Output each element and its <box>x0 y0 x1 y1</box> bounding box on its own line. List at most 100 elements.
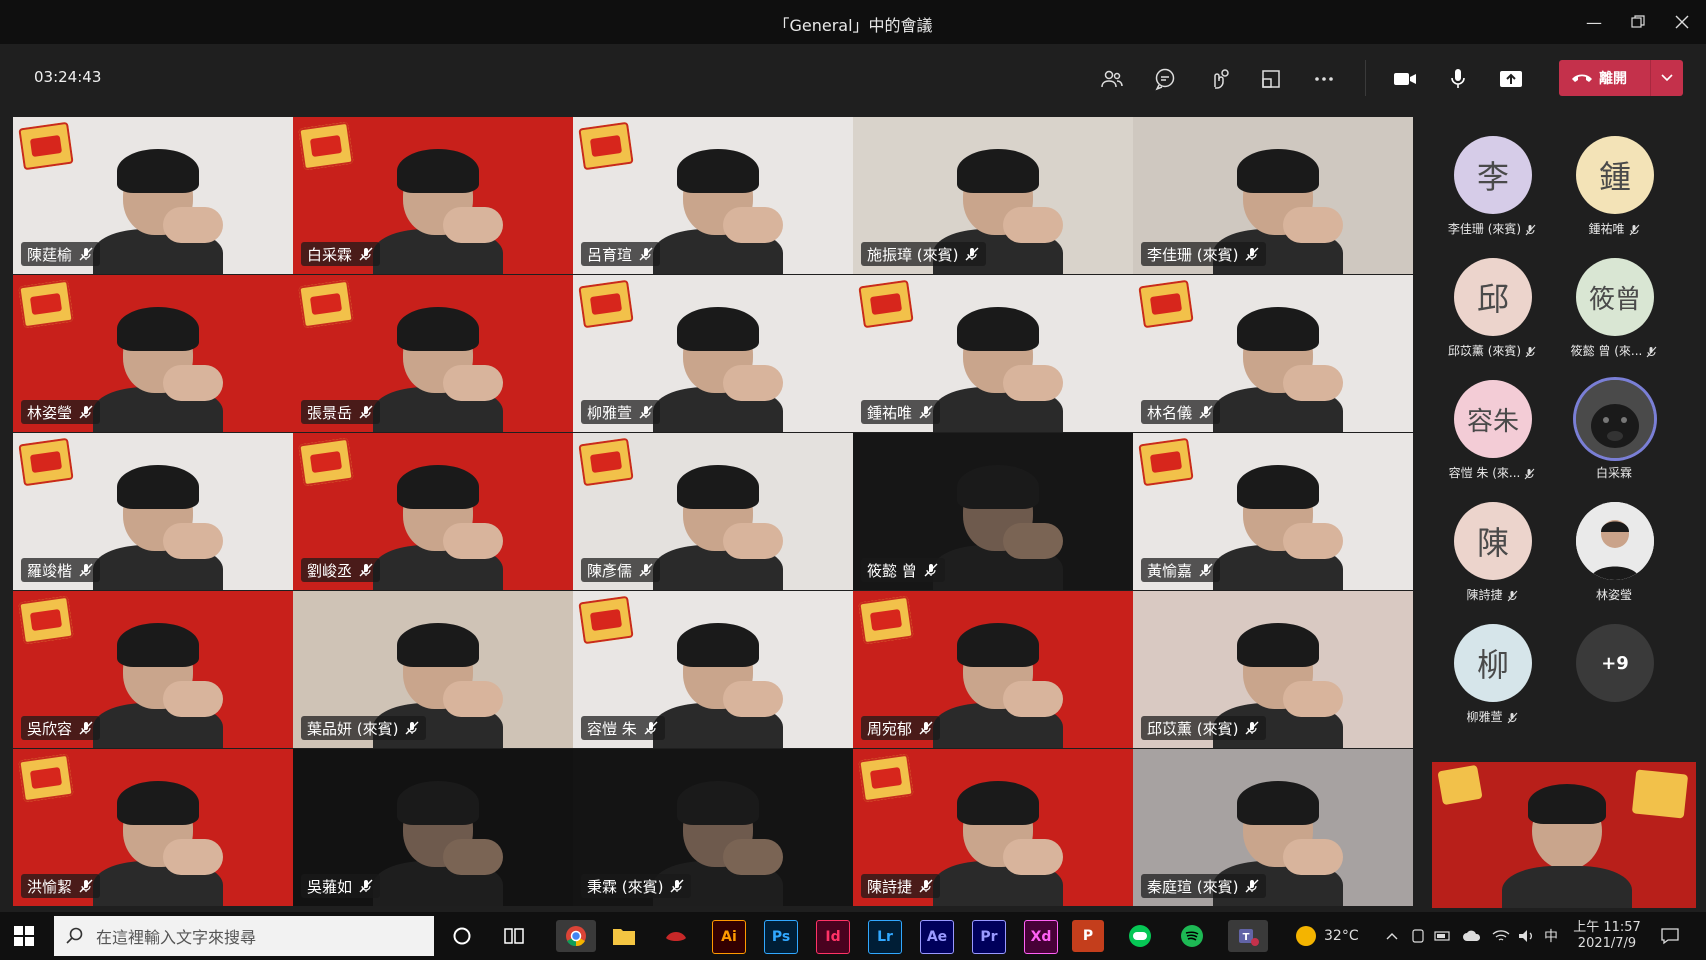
video-tile[interactable]: 邱苡薰 (來賓) <box>1133 591 1413 748</box>
camera-icon[interactable] <box>1388 62 1422 96</box>
video-tile[interactable]: 張景岳 <box>293 275 573 432</box>
more-icon[interactable] <box>1307 62 1341 96</box>
restore-icon[interactable] <box>1618 8 1658 36</box>
video-tile[interactable]: 吳欣容 <box>13 591 293 748</box>
participant-name: 容愷 朱 <box>587 719 637 738</box>
mic-off-icon <box>78 878 94 894</box>
reactions-icon[interactable] <box>1201 62 1235 96</box>
lightroom-icon[interactable]: Lr <box>868 920 902 954</box>
video-tile[interactable]: 羅竣楷 <box>13 433 293 590</box>
chrome-icon[interactable] <box>556 920 596 952</box>
participant-name-tag: 陳詩捷 <box>861 874 941 898</box>
indesign-icon[interactable]: Id <box>816 920 850 954</box>
video-tile[interactable]: 林名儀 <box>1133 275 1413 432</box>
video-tile[interactable]: 陳莛榆 <box>13 117 293 274</box>
photoshop-icon[interactable]: Ps <box>764 920 798 954</box>
chat-icon[interactable] <box>1148 62 1182 96</box>
tray-chevron-up-icon[interactable] <box>1386 912 1398 960</box>
roster-participant[interactable]: 筱曾 筱懿 曾 (來... <box>1554 250 1674 362</box>
toolbar-divider <box>1365 60 1366 96</box>
video-tile[interactable]: 吳蕥如 <box>293 749 573 906</box>
participant-name-tag: 呂育瑄 <box>581 242 661 266</box>
roster-participant[interactable]: 林姿瑩 <box>1554 494 1674 606</box>
video-tile[interactable]: 黃愉嘉 <box>1133 433 1413 590</box>
share-icon[interactable] <box>1494 62 1528 96</box>
taskbar-search[interactable]: 在這裡輸入文字來搜尋 <box>54 916 434 956</box>
video-tile[interactable]: 陳詩捷 <box>853 749 1133 906</box>
event-logo-icon <box>858 279 914 329</box>
video-tile[interactable]: 白采霖 <box>293 117 573 274</box>
battery-icon[interactable] <box>1434 912 1452 960</box>
close-icon[interactable] <box>1662 8 1702 36</box>
roster-participant[interactable]: 李李佳珊 (來賓) <box>1432 128 1552 240</box>
video-tile[interactable]: 鍾祐唯 <box>853 275 1133 432</box>
heart-hands-shape <box>1003 523 1063 559</box>
mic-off-icon <box>1244 720 1260 736</box>
video-tile[interactable]: 秦庭瑄 (來賓) <box>1133 749 1413 906</box>
roster-participant[interactable]: 白采霖 <box>1554 372 1674 484</box>
premiere-icon[interactable]: Pr <box>972 920 1006 954</box>
leave-button[interactable]: 離開 <box>1559 60 1683 96</box>
roster-participant[interactable]: 邱邱苡薰 (來賓) <box>1432 250 1552 362</box>
volume-icon[interactable] <box>1518 912 1536 960</box>
roster-participant[interactable]: +9 <box>1554 616 1674 728</box>
video-tile[interactable]: 筱懿 曾 <box>853 433 1133 590</box>
video-tile[interactable]: 呂育瑄 <box>573 117 853 274</box>
task-view-icon[interactable] <box>498 920 530 952</box>
participants-icon[interactable] <box>1095 62 1129 96</box>
mic-off-icon <box>404 720 420 736</box>
video-tile[interactable]: 葉品妍 (來賓) <box>293 591 573 748</box>
cloud-icon[interactable] <box>1462 912 1482 960</box>
rooms-icon[interactable] <box>1254 62 1288 96</box>
after-effects-icon[interactable]: Ae <box>920 920 954 954</box>
event-logo-icon <box>1138 279 1194 329</box>
notification-icon[interactable] <box>1660 912 1680 960</box>
video-tile[interactable]: 陳彥儒 <box>573 433 853 590</box>
video-tile[interactable]: 周宛郁 <box>853 591 1133 748</box>
chevron-down-icon[interactable] <box>1650 60 1683 96</box>
roster-name: 鍾祐唯 <box>1588 222 1625 236</box>
wifi-icon[interactable] <box>1492 912 1510 960</box>
video-tile[interactable]: 李佳珊 (來賓) <box>1133 117 1413 274</box>
video-tile[interactable]: 劉峻丞 <box>293 433 573 590</box>
self-view[interactable] <box>1432 762 1696 908</box>
hair-shape <box>957 781 1039 825</box>
hair-shape <box>957 149 1039 193</box>
video-tile[interactable]: 柳雅萱 <box>573 275 853 432</box>
hair-shape <box>957 623 1039 667</box>
cortana-icon[interactable] <box>446 920 478 952</box>
roster-participant[interactable]: 柳柳雅萱 <box>1432 616 1552 728</box>
heart-hands-shape <box>443 523 503 559</box>
tray-device-icon[interactable] <box>1410 912 1426 960</box>
video-tile[interactable]: 洪愉絜 <box>13 749 293 906</box>
folder-icon[interactable] <box>608 920 640 952</box>
roster-participant[interactable]: 陳陳詩捷 <box>1432 494 1552 606</box>
video-tile[interactable]: 容愷 朱 <box>573 591 853 748</box>
roster-participant[interactable]: 容朱 容愷 朱 (來... <box>1432 372 1552 484</box>
event-logo-icon <box>298 437 354 487</box>
minimize-icon[interactable]: — <box>1574 8 1614 36</box>
clock[interactable]: 上午 11:57 2021/7/9 <box>1572 912 1642 960</box>
weather-widget[interactable]: 32°C <box>1296 912 1359 960</box>
spotify-icon[interactable] <box>1176 920 1208 952</box>
roster-participant[interactable]: 鍾鍾祐唯 <box>1554 128 1674 240</box>
ime-indicator[interactable]: 中 <box>1544 912 1558 960</box>
xd-icon[interactable]: Xd <box>1024 920 1058 954</box>
mic-icon[interactable] <box>1441 62 1475 96</box>
avatar: 柳 <box>1454 624 1532 702</box>
illustrator-icon[interactable]: Ai <box>712 920 746 954</box>
participant-name-tag: 周宛郁 <box>861 716 941 740</box>
video-tile[interactable]: 秉霖 (來賓) <box>573 749 853 906</box>
heart-hands-shape <box>1283 681 1343 717</box>
game-app-icon[interactable] <box>660 920 692 952</box>
video-tile[interactable]: 林姿瑩 <box>13 275 293 432</box>
windows-start-icon[interactable] <box>14 926 34 950</box>
hair-shape <box>397 623 479 667</box>
avatar-initials: 筱曾 <box>1588 284 1641 315</box>
video-tile[interactable]: 施振璋 (來賓) <box>853 117 1133 274</box>
teams-icon[interactable]: T <box>1228 920 1268 952</box>
powerpoint-icon[interactable]: P <box>1072 920 1104 952</box>
line-icon[interactable] <box>1124 920 1156 952</box>
event-logo-icon <box>858 753 914 803</box>
search-icon <box>66 927 84 945</box>
